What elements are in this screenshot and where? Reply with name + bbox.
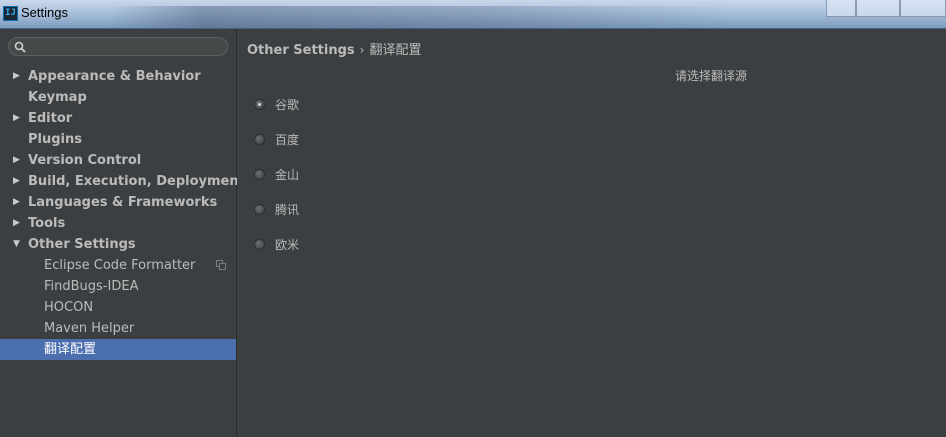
sidebar-item-tools[interactable]: ▶ Tools (0, 213, 236, 234)
sidebar-item-build-execution-deployment[interactable]: ▶ Build, Execution, Deployment (0, 171, 245, 192)
radio-label[interactable]: 腾讯 (275, 201, 299, 219)
sidebar-item-label: Plugins (28, 132, 82, 147)
breadcrumb: Other Settings › 翻译配置 (247, 39, 421, 58)
sidebar-item-keymap[interactable]: Keymap (0, 87, 236, 108)
breadcrumb-current: 翻译配置 (369, 43, 422, 58)
sidebar-item-plugins[interactable]: Plugins (0, 129, 236, 150)
sidebar-item-findbugs-idea[interactable]: FindBugs-IDEA (0, 276, 236, 297)
sidebar-item-label: 翻译配置 (44, 342, 97, 357)
sidebar-item-appearance-behavior[interactable]: ▶ Appearance & Behavior (0, 66, 236, 87)
radio-button[interactable] (254, 134, 265, 145)
sidebar-item-label: Editor (28, 111, 73, 126)
sidebar-item-languages-frameworks[interactable]: ▶ Languages & Frameworks (0, 192, 236, 213)
search-icon (14, 41, 26, 53)
radio-button[interactable] (254, 99, 265, 110)
breadcrumb-parent: Other Settings (247, 43, 355, 58)
sidebar-item-label: Version Control (28, 153, 142, 168)
radio-button[interactable] (254, 204, 265, 215)
radio-label[interactable]: 谷歌 (275, 96, 299, 114)
sidebar-item-label: HOCON (44, 300, 94, 315)
sidebar-item-label: Maven Helper (44, 321, 135, 336)
sidebar-item-maven-helper[interactable]: Maven Helper (0, 318, 236, 339)
sidebar-item-label: Keymap (28, 90, 87, 105)
sidebar-item-label: Tools (28, 216, 66, 231)
radio-label[interactable]: 欧米 (275, 236, 299, 254)
sidebar-item-editor[interactable]: ▶ Editor (0, 108, 236, 129)
sidebar-item-version-control[interactable]: ▶ Version Control (0, 150, 236, 171)
translation-source-heading: 请选择翻译源 (675, 69, 748, 83)
breadcrumb-separator-icon: › (359, 43, 365, 57)
radio-label[interactable]: 百度 (275, 131, 299, 149)
maximize-button[interactable] (856, 0, 900, 17)
window-title: Settings (21, 5, 68, 20)
expand-arrow-icon[interactable]: ▶ (13, 150, 23, 171)
titlebar-background-blur (110, 6, 730, 28)
radio-button[interactable] (254, 169, 265, 180)
sidebar-item-label: Build, Execution, Deployment (28, 174, 245, 189)
sidebar-item-translation-config[interactable]: 翻译配置 (0, 339, 236, 360)
expand-arrow-icon[interactable]: ▶ (13, 192, 23, 213)
expand-arrow-icon[interactable]: ▶ (13, 171, 23, 192)
sidebar-item-label: Other Settings (28, 237, 136, 252)
sidebar-item-label: Eclipse Code Formatter (44, 258, 196, 273)
sidebar-item-label: Languages & Frameworks (28, 195, 218, 210)
settings-sidebar: ▶ Appearance & Behavior Keymap ▶ Editor … (0, 29, 245, 437)
expand-arrow-icon[interactable]: ▶ (13, 213, 23, 234)
sidebar-item-hocon[interactable]: HOCON (0, 297, 236, 318)
radio-button[interactable] (254, 239, 265, 250)
copy-icon (216, 260, 226, 270)
window-titlebar: IJ Settings (0, 0, 946, 29)
minimize-button[interactable] (826, 0, 856, 17)
search-field[interactable] (8, 37, 228, 56)
app-logo-icon: IJ (3, 6, 18, 21)
settings-content-panel: Other Settings › 翻译配置 请选择翻译源 谷歌 百度 金山 腾讯 欧… (237, 29, 946, 437)
sidebar-item-other-settings[interactable]: ▼ Other Settings (0, 234, 236, 255)
collapse-arrow-icon[interactable]: ▼ (13, 234, 23, 255)
expand-arrow-icon[interactable]: ▶ (13, 66, 23, 87)
close-button[interactable] (900, 0, 946, 17)
expand-arrow-icon[interactable]: ▶ (13, 108, 23, 129)
sidebar-item-label: FindBugs-IDEA (44, 279, 139, 294)
sidebar-item-eclipse-code-formatter[interactable]: Eclipse Code Formatter (0, 255, 236, 276)
sidebar-item-label: Appearance & Behavior (28, 69, 201, 84)
radio-label[interactable]: 金山 (275, 166, 299, 184)
